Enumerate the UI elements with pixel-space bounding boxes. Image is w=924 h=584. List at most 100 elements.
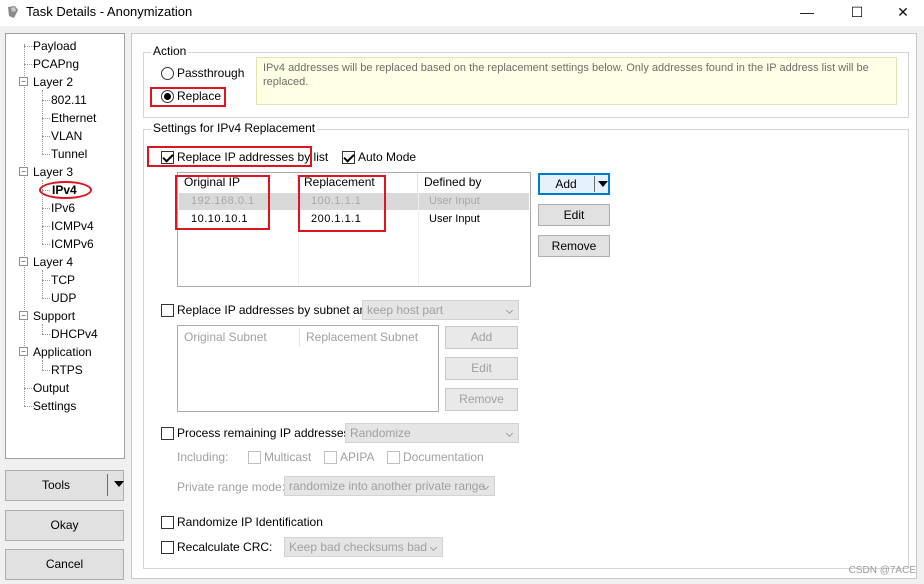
tree-item-pcapng[interactable]: PCAPng <box>33 56 79 73</box>
multicast-label[interactable]: Multicast <box>264 450 311 464</box>
dropdown-arrow-icon[interactable] <box>598 181 608 187</box>
tools-separator <box>107 474 108 496</box>
tree-line <box>42 334 50 335</box>
window-title: Task Details - Anonymization <box>26 4 193 19</box>
replace-by-subnet-label[interactable]: Replace IP addresses by subnet and <box>177 303 373 317</box>
including-label: Including: <box>177 450 229 464</box>
passthrough-label[interactable]: Passthrough <box>177 66 244 80</box>
close-button[interactable]: ✕ <box>880 0 924 26</box>
okay-button[interactable]: Okay <box>5 510 124 541</box>
process-remaining-checkbox[interactable] <box>161 427 174 440</box>
tree-item-tcp[interactable]: TCP <box>51 272 75 289</box>
add-button-label: Add <box>555 177 577 191</box>
tree-line <box>42 324 43 334</box>
auto-mode-label[interactable]: Auto Mode <box>358 150 416 164</box>
tree-line <box>42 154 50 155</box>
collapse-icon[interactable]: − <box>19 167 28 176</box>
tree-item-ipv6[interactable]: IPv6 <box>51 200 75 217</box>
tree-item-dhcpv4[interactable]: DHCPv4 <box>51 326 98 343</box>
column-header-defined-by[interactable]: Defined by <box>418 173 530 192</box>
collapse-icon[interactable]: − <box>19 257 28 266</box>
subnet-remove-button[interactable]: Remove <box>445 388 518 411</box>
multicast-checkbox[interactable] <box>248 451 261 464</box>
recalc-crc-select[interactable]: Keep bad checksums bad <box>284 537 443 557</box>
tree-line <box>42 118 50 119</box>
action-group-label: Action <box>151 44 189 58</box>
tree-item-application[interactable]: Application <box>33 344 92 361</box>
tree-line <box>42 136 50 137</box>
remove-button[interactable]: Remove <box>538 235 610 257</box>
watermark: CSDN @7ACE <box>848 565 916 576</box>
replace-by-subnet-checkbox[interactable] <box>161 304 174 317</box>
process-remaining-label[interactable]: Process remaining IP addresses: <box>177 426 353 440</box>
info-box: IPv4 addresses will be replaced based on… <box>256 57 897 105</box>
tree-item-support[interactable]: Support <box>33 308 75 325</box>
tree-item-802-11[interactable]: 802.11 <box>51 92 87 109</box>
tree-item-tunnel[interactable]: Tunnel <box>51 146 87 163</box>
replace-highlight-box <box>150 87 226 107</box>
column-header-replacement-subnet[interactable]: Replacement Subnet <box>300 328 438 347</box>
subnet-add-button[interactable]: Add <box>445 326 518 349</box>
cancel-button[interactable]: Cancel <box>5 549 124 580</box>
subnet-mode-select[interactable]: keep host part <box>362 300 519 320</box>
passthrough-radio[interactable] <box>161 67 174 80</box>
table-cell-defined-by: User Input <box>429 213 480 225</box>
tree-line <box>42 360 43 370</box>
tree-line <box>42 208 50 209</box>
edit-button[interactable]: Edit <box>538 204 610 226</box>
app-icon <box>8 6 18 18</box>
tools-button[interactable]: Tools <box>5 470 124 501</box>
navigation-tree: − − − − − Payload PCAPng Layer 2 802.11 … <box>5 33 125 459</box>
dropdown-arrow-icon[interactable] <box>114 481 124 487</box>
subnet-table[interactable]: Original Subnet Replacement Subnet <box>177 325 439 412</box>
tree-item-icmpv6[interactable]: ICMPv6 <box>51 236 94 253</box>
minimize-button[interactable]: — <box>784 0 830 26</box>
tools-label: Tools <box>41 478 70 492</box>
tree-item-payload[interactable]: Payload <box>33 38 76 55</box>
tree-line <box>42 280 50 281</box>
ipv4-highlight-ellipse <box>39 181 92 199</box>
subnet-edit-button[interactable]: Edit <box>445 357 518 380</box>
tree-line <box>42 226 50 227</box>
tree-item-rtps[interactable]: RTPS <box>51 362 83 379</box>
tree-item-settings[interactable]: Settings <box>33 398 76 415</box>
process-remaining-select[interactable]: Randomize <box>345 423 519 443</box>
collapse-icon[interactable]: − <box>19 311 28 320</box>
replace-by-list-highlight-box <box>147 146 312 167</box>
table-cell-defined-by: User Input <box>429 195 480 207</box>
tree-item-layer-4[interactable]: Layer 4 <box>33 254 73 271</box>
private-range-select[interactable]: randomize into another private range <box>284 476 495 496</box>
maximize-button[interactable]: ☐ <box>834 0 880 26</box>
settings-group-label: Settings for IPv4 Replacement <box>151 121 318 135</box>
private-range-label: Private range mode: <box>177 480 286 494</box>
add-button[interactable]: Add <box>538 173 610 195</box>
collapse-icon[interactable]: − <box>19 77 28 86</box>
recalc-crc-checkbox[interactable] <box>161 541 174 554</box>
recalc-crc-label[interactable]: Recalculate CRC: <box>177 540 272 554</box>
apipa-checkbox[interactable] <box>324 451 337 464</box>
randomize-ip-id-checkbox[interactable] <box>161 516 174 529</box>
tree-item-icmpv4[interactable]: ICMPv4 <box>51 218 94 235</box>
main-panel: Action Passthrough Replace IPv4 addresse… <box>131 33 917 579</box>
tree-line <box>42 298 50 299</box>
column-header-original-subnet[interactable]: Original Subnet <box>178 328 300 347</box>
replacement-highlight-box <box>298 175 386 232</box>
tree-item-output[interactable]: Output <box>33 380 69 397</box>
tree-line <box>42 370 50 371</box>
auto-mode-checkbox[interactable] <box>342 151 355 164</box>
tree-item-vlan[interactable]: VLAN <box>51 128 82 145</box>
apipa-label[interactable]: APIPA <box>340 450 374 464</box>
randomize-ip-id-label[interactable]: Randomize IP Identification <box>177 515 323 529</box>
documentation-label[interactable]: Documentation <box>403 450 484 464</box>
tree-line <box>42 270 43 298</box>
collapse-icon[interactable]: − <box>19 347 28 356</box>
tree-item-layer-2[interactable]: Layer 2 <box>33 74 73 91</box>
documentation-checkbox[interactable] <box>387 451 400 464</box>
tree-item-layer-3[interactable]: Layer 3 <box>33 164 73 181</box>
add-button-separator <box>594 176 595 192</box>
tree-item-udp[interactable]: UDP <box>51 290 76 307</box>
original-ip-highlight-box <box>175 175 270 230</box>
tree-item-ethernet[interactable]: Ethernet <box>51 110 96 127</box>
column-divider <box>418 192 419 286</box>
tree-line <box>42 244 50 245</box>
